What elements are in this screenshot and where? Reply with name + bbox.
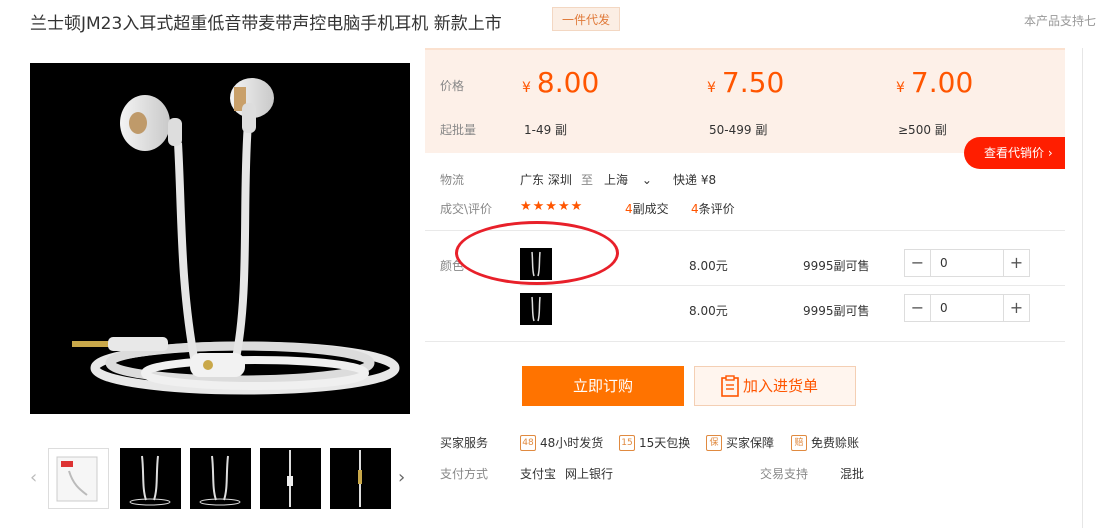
earphones-thumb [129,455,171,506]
services-label: 买家服务 [440,436,489,450]
trade-support-value: 混批 [840,467,865,481]
thumbnail[interactable] [190,448,251,509]
main-product-image[interactable] [30,63,410,414]
credit-icon: 赔 [791,435,807,451]
price-label: 价格 [440,79,465,93]
qty-label: 起批量 [440,123,477,137]
earphones-illustration [72,78,400,395]
sold-count[interactable]: 4副成交 [625,200,669,217]
sku-thumbnail[interactable] [520,293,552,325]
review-count[interactable]: 4条评价 [691,200,735,217]
column-divider [1082,48,1083,528]
package-image [56,456,98,502]
plus-button[interactable]: + [1003,250,1029,276]
to-word: 至 [581,173,594,187]
sku-price: 8.00元 [689,304,728,318]
plug-thumb [358,450,362,507]
minus-button[interactable]: − [905,250,931,276]
shield-icon: 保 [706,435,722,451]
thumbnail[interactable] [120,448,181,509]
thumb-next-icon[interactable]: › [398,468,410,488]
quantity-input[interactable] [933,295,1001,321]
divider [520,285,1065,286]
service-item: 保买家保障 [706,435,774,451]
price-tier-2: ¥7.50 [707,66,785,99]
thumb-prev-icon[interactable]: ‹ [30,468,42,488]
price-tier-3: ¥7.00 [896,66,974,99]
thumbnail[interactable] [260,448,321,509]
sku-price: 8.00元 [689,259,728,273]
quantity-input[interactable] [933,250,1001,276]
service-item: 15 15天包换 [619,435,690,451]
ship-from: 广东 深圳 [520,173,572,187]
price-panel-border [425,48,1065,50]
chevron-down-icon: ⌄ [641,173,652,187]
cable-thumb [287,450,293,507]
plus-button[interactable]: + [1003,295,1029,321]
quantity-stepper: − + [904,294,1030,322]
price-tier-1: ¥8.00 [522,66,600,99]
48h-icon: 48 [520,435,536,451]
service-item: 48 48小时发货 [520,435,603,451]
dropship-tag[interactable]: 一件代发 [552,7,620,31]
annotation-ellipse [455,221,619,285]
trade-support-label: 交易支持 [760,467,809,481]
ship-to-select[interactable]: 上海 ⌄ [604,171,652,188]
minus-button[interactable]: − [905,295,931,321]
15d-icon: 15 [619,435,635,451]
payment-label: 支付方式 [440,467,489,481]
order-now-button[interactable]: 立即订购 [522,366,684,406]
quantity-stepper: − + [904,249,1030,277]
thumbnail-strip: ‹ › [30,448,410,509]
thumbnail[interactable] [48,448,109,509]
earphones-thumb [531,296,541,322]
policy-note: 本产品支持七 [1024,14,1096,28]
payment-method: 网上银行 [565,467,614,481]
sku-stock: 9995副可售 [803,304,870,318]
product-title: 兰士顿JM23入耳式超重低音带麦带声控电脑手机耳机 新款上市 [30,14,502,34]
qty-tier-2: 50-499 副 [709,123,768,137]
thumbnail[interactable] [330,448,391,509]
clipboard-icon [721,375,739,397]
rating-stars: ★★★★★ [520,199,584,214]
deals-label: 成交\评价 [440,202,493,216]
sku-stock: 9995副可售 [803,259,870,273]
service-item: 赔免费赊账 [791,435,859,451]
qty-tier-3: ≥500 副 [898,123,947,137]
view-dropship-price-button[interactable]: 查看代销价 › [964,137,1065,169]
logistics-label: 物流 [440,173,465,187]
express-fee: 快递 ¥8 [673,173,717,187]
qty-tier-1: 1-49 副 [524,123,568,137]
chevron-right-icon: › [1047,146,1053,160]
earphones-thumb [199,455,241,506]
payment-method: 支付宝 [520,467,557,481]
add-to-cart-button[interactable]: 加入进货单 [694,366,856,406]
divider [425,341,1065,342]
